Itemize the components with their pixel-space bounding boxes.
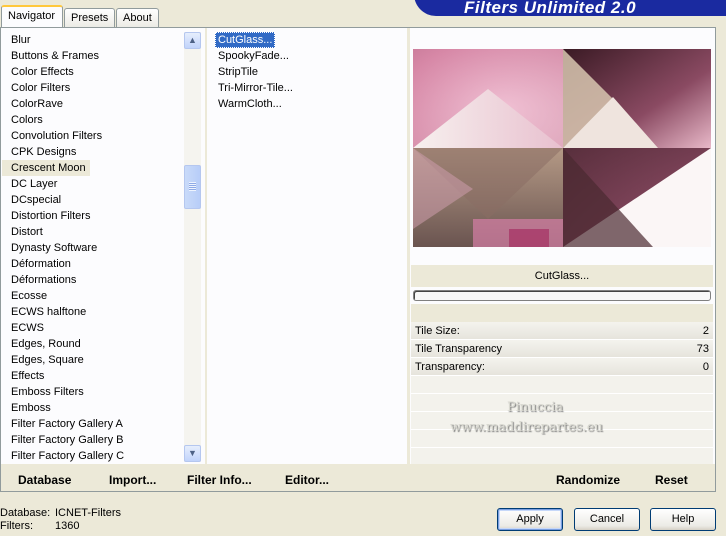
category-item[interactable]: Color Filters [2, 80, 182, 96]
empty-parameter-row [411, 376, 713, 394]
parameter-list: Tile Size: 2 Tile Transparency 73 Transparen… [411, 322, 713, 466]
parameter-label: Transparency: [415, 361, 485, 373]
category-item[interactable]: Effects [2, 368, 182, 384]
category-item[interactable]: Edges, Round [2, 336, 182, 352]
tab-navigator[interactable]: Navigator [1, 5, 63, 28]
filter-preview-image [413, 49, 711, 247]
filter-item[interactable]: WarmCloth... [215, 96, 400, 112]
parameter-label: Tile Transparency [415, 343, 503, 355]
category-scrollbar[interactable]: ▲ ▼ [184, 32, 201, 462]
filter-info-button[interactable]: Filter Info... [187, 473, 252, 487]
category-item[interactable]: Filter Factory Gallery A [2, 416, 182, 432]
category-item[interactable]: Blur [2, 32, 182, 48]
filter-item[interactable]: StripTile [215, 64, 400, 80]
parameter-label: Tile Size: [415, 325, 460, 337]
category-item[interactable]: Dynasty Software [2, 240, 182, 256]
category-item[interactable]: Colors [2, 112, 182, 128]
category-item[interactable]: Convolution Filters [2, 128, 182, 144]
category-item[interactable]: Edges, Square [2, 352, 182, 368]
category-item[interactable]: ECWS [2, 320, 182, 336]
help-button[interactable]: Help [650, 508, 716, 531]
randomize-button[interactable]: Randomize [556, 473, 620, 487]
divider [205, 28, 207, 464]
action-bar: Database Import... Filter Info... Editor… [1, 464, 715, 491]
cancel-button[interactable]: Cancel [574, 508, 640, 531]
category-item[interactable]: CPK Designs [2, 144, 182, 160]
category-item[interactable]: Distortion Filters [2, 208, 182, 224]
category-item[interactable]: ECWS halftone [2, 304, 182, 320]
preview-artwork [413, 49, 711, 247]
chevron-down-icon[interactable]: ▼ [184, 445, 201, 462]
filter-controls: CutGlass... Tile Size: 2 Tile Transparency… [411, 265, 713, 466]
category-item[interactable]: Emboss [2, 400, 182, 416]
spacer [411, 304, 713, 322]
category-item[interactable]: Déformations [2, 272, 182, 288]
filter-item[interactable]: CutGlass... [215, 32, 275, 48]
category-item[interactable]: ColorRave [2, 96, 182, 112]
tab-about[interactable]: About [116, 8, 159, 27]
category-item[interactable]: Crescent Moon [2, 160, 90, 176]
parameter-value: 73 [696, 343, 709, 355]
database-info: Database: ICNET-Filters Filters: 1360 [0, 507, 121, 533]
database-button[interactable]: Database [18, 473, 71, 487]
parameter-value: 0 [702, 361, 709, 373]
filter-item[interactable]: Tri-Mirror-Tile... [215, 80, 400, 96]
apply-button[interactable]: Apply [497, 508, 563, 531]
category-item[interactable]: Filter Factory Gallery C [2, 448, 182, 462]
divider [407, 28, 410, 464]
category-item[interactable]: DCspecial [2, 192, 182, 208]
filter-item[interactable]: SpookyFade... [215, 48, 400, 64]
filter-name-label: CutGlass... [411, 265, 713, 287]
category-item[interactable]: Buttons & Frames [2, 48, 182, 64]
editor-button[interactable]: Editor... [285, 473, 329, 487]
parameter-slider[interactable]: Transparency: 0 [411, 358, 713, 376]
filters-count-label: Filters: [0, 520, 33, 532]
database-value: ICNET-Filters [55, 507, 121, 519]
watermark-line1: Pinuccia [507, 400, 564, 415]
chevron-up-icon[interactable]: ▲ [184, 32, 201, 49]
category-item[interactable]: Emboss Filters [2, 384, 182, 400]
parameter-slider[interactable]: Tile Transparency 73 [411, 340, 713, 358]
filter-list[interactable]: CutGlass... SpookyFade... StripTile Tri-Mir… [215, 32, 400, 112]
scrollbar-thumb[interactable] [184, 165, 201, 209]
category-item[interactable]: Filter Factory Gallery B [2, 432, 182, 448]
parameter-value: 2 [702, 325, 709, 337]
parameter-slider[interactable]: Tile Size: 2 [411, 322, 713, 340]
tab-presets[interactable]: Presets [64, 8, 115, 27]
category-item[interactable]: Déformation [2, 256, 182, 272]
category-item[interactable]: Color Effects [2, 64, 182, 80]
progress-bar [413, 290, 711, 301]
import-button[interactable]: Import... [109, 473, 156, 487]
filters-count-value: 1360 [55, 520, 80, 532]
category-list[interactable]: Blur Buttons & Frames Color Effects Color F… [2, 32, 182, 462]
navigator-panel: Blur Buttons & Frames Color Effects Color F… [0, 27, 716, 492]
watermark-line2: www.maddirepartes.eu [450, 420, 603, 435]
category-item[interactable]: Ecosse [2, 288, 182, 304]
app-title: Filters Unlimited 2.0 [464, 0, 637, 17]
database-label: Database: [0, 507, 51, 519]
category-item[interactable]: DC Layer [2, 176, 182, 192]
category-item[interactable]: Distort [2, 224, 182, 240]
reset-button[interactable]: Reset [655, 473, 688, 487]
